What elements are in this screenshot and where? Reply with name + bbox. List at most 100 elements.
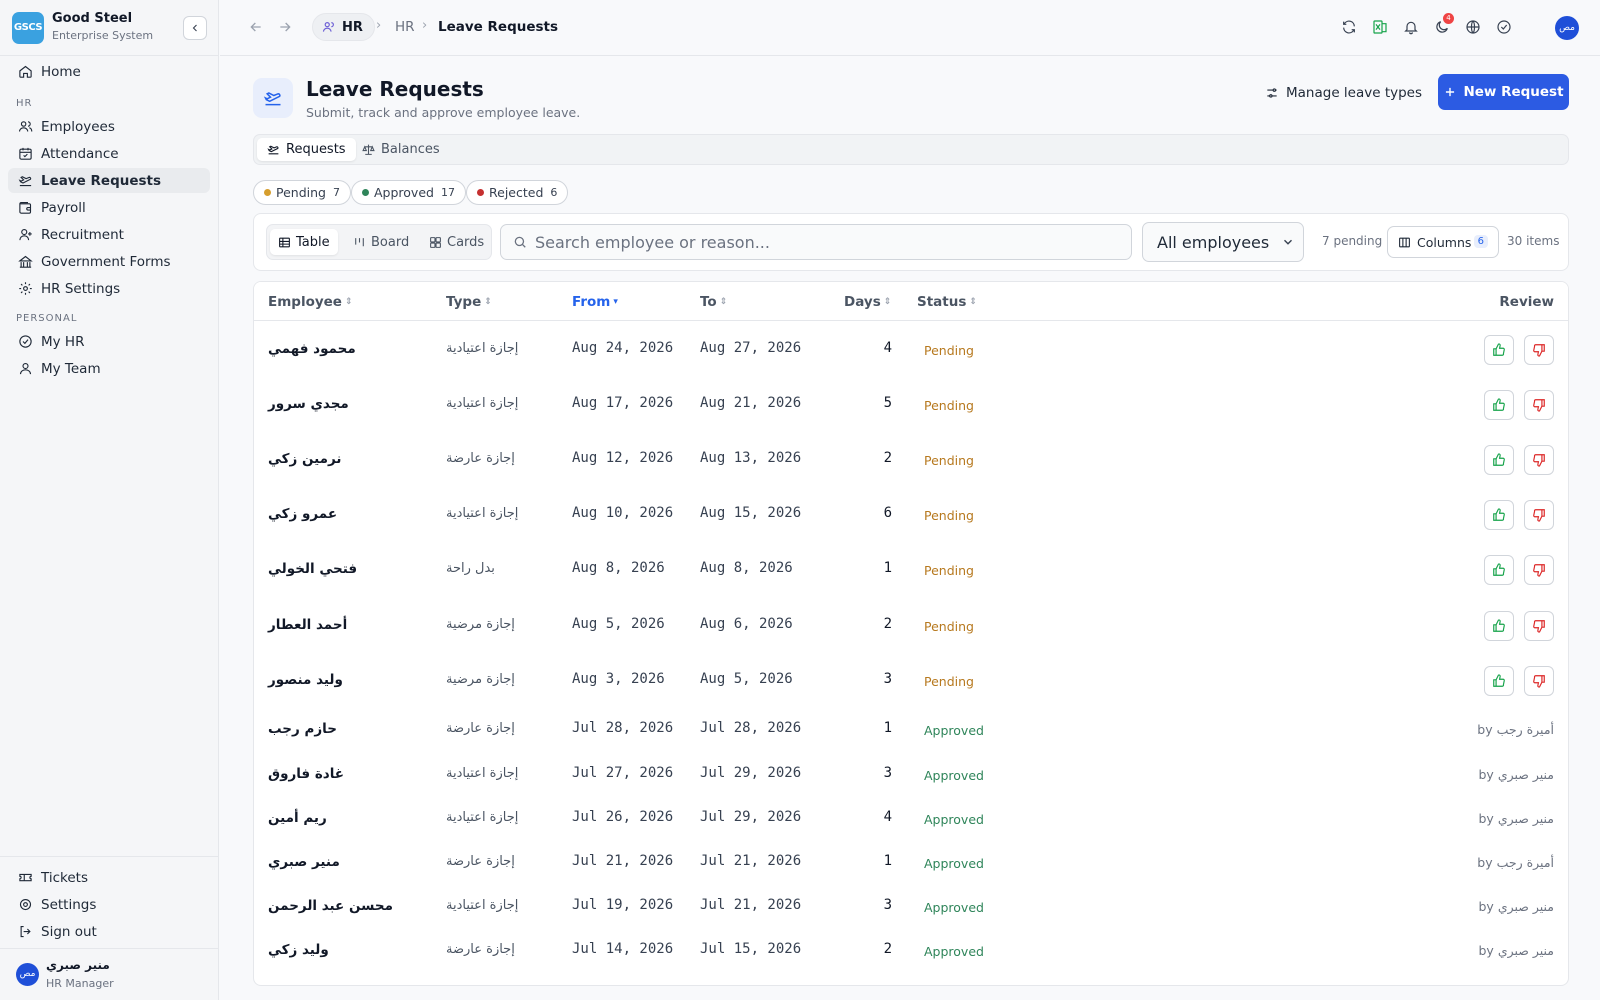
approve-button[interactable] — [1484, 665, 1514, 696]
arrow-left-icon — [250, 22, 261, 32]
table-row[interactable]: حازم رجب إجازة عارضة Jul 28, 2026 Jul 28, 2… — [254, 708, 1568, 752]
approve-button[interactable] — [1484, 555, 1514, 586]
breadcrumb-module[interactable]: HR — [312, 13, 375, 41]
new-request-button[interactable]: New Request — [1438, 74, 1569, 110]
reject-button[interactable] — [1524, 500, 1554, 531]
sidebar-item-label: Government Forms — [41, 253, 171, 270]
table-row[interactable]: نرمين زكي إجازة عارضة Aug 12, 2026 Aug 13, … — [254, 432, 1568, 487]
plane-departure-icon — [18, 176, 32, 187]
sidebar-divider — [0, 55, 219, 56]
column-header-employee[interactable]: Employee ⇕ — [268, 294, 353, 310]
approve-button[interactable] — [1484, 389, 1514, 420]
top-avatar[interactable]: مص — [1555, 16, 1579, 40]
column-header-label: Review — [1499, 294, 1554, 310]
breadcrumb-hr[interactable]: HR — [395, 19, 415, 35]
tab-balances[interactable]: Balances — [352, 138, 450, 161]
table-toolbar: Table Board Cards All employees 7 pendin… — [253, 213, 1569, 271]
column-header-status[interactable]: Status ⇕ — [917, 294, 977, 310]
forward-button[interactable] — [274, 16, 296, 38]
table-row[interactable]: محمود فهمي إجازة اعتيادية Aug 24, 2026 Aug … — [254, 322, 1568, 377]
thumbs-down-icon — [1532, 508, 1546, 522]
sidebar-item-label: Recruitment — [41, 226, 124, 243]
sidebar-divider — [0, 948, 219, 949]
sidebar-item-payroll[interactable]: Payroll — [8, 195, 210, 220]
sidebar-item-label: Tickets — [41, 869, 88, 886]
reject-button[interactable] — [1524, 389, 1554, 420]
tasks-button[interactable] — [1493, 16, 1515, 38]
table-row[interactable]: ريم أمين إجازة اعتيادية Jul 26, 2026 Jul 29… — [254, 797, 1568, 841]
sidebar-item-employees[interactable]: Employees — [8, 114, 210, 139]
cell-employee: ريم أمين — [268, 809, 327, 826]
user-role: HR Manager — [46, 977, 114, 990]
cell-to: Aug 13, 2026 — [700, 449, 802, 466]
sidebar-item-my-team[interactable]: My Team — [8, 356, 210, 381]
filter-chip-approved[interactable]: Approved 17 — [351, 180, 466, 205]
sidebar-item-recruitment[interactable]: Recruitment — [8, 222, 210, 247]
brand[interactable]: GSCS Good Steel Enterprise System — [12, 11, 212, 45]
filter-chip-pending[interactable]: Pending 7 — [253, 180, 351, 205]
approve-button[interactable] — [1484, 334, 1514, 365]
sidebar-item-attendance[interactable]: Attendance — [8, 141, 210, 166]
sidebar-item-tickets[interactable]: Tickets — [8, 865, 210, 890]
sidebar-item-my-hr[interactable]: My HR — [8, 329, 210, 354]
table-row[interactable]: منير صبري إجازة عارضة Jul 21, 2026 Jul 21, … — [254, 841, 1568, 885]
refresh-button[interactable] — [1338, 16, 1360, 38]
page-icon — [253, 78, 293, 118]
manage-leave-types-button[interactable]: Manage leave types — [1265, 80, 1422, 106]
table-row[interactable]: مجدي سرور إجازة اعتيادية Aug 17, 2026 Aug 2… — [254, 377, 1568, 432]
wallet-icon — [19, 201, 32, 214]
reject-button[interactable] — [1524, 334, 1554, 365]
sidebar-item-government-forms[interactable]: Government Forms — [8, 249, 210, 274]
view-table-button[interactable]: Table — [270, 229, 338, 255]
table-row[interactable]: غادة فاروق إجازة اعتيادية Jul 27, 2026 Jul … — [254, 753, 1568, 797]
table-row[interactable]: فتحي الخولي بدل راحة Aug 8, 2026 Aug 8, 202… — [254, 543, 1568, 598]
user-avatar[interactable]: مص — [16, 963, 39, 986]
search-input[interactable] — [535, 232, 1115, 252]
language-button[interactable] — [1462, 16, 1484, 38]
cell-days: 4 — [883, 339, 892, 356]
calendar-check-icon — [19, 147, 32, 160]
approve-button[interactable] — [1484, 610, 1514, 641]
sidebar-item-hr-settings[interactable]: HR Settings — [8, 276, 210, 301]
sidebar-item-label: My Team — [41, 360, 101, 377]
table-row[interactable]: عمرو زكي إجازة اعتيادية Aug 10, 2026 Aug 15… — [254, 488, 1568, 543]
column-header-days[interactable]: Days ⇕ — [844, 294, 891, 310]
column-header-type[interactable]: Type ⇕ — [446, 294, 492, 310]
view-board-button[interactable]: Board — [345, 229, 417, 255]
thumbs-up-icon — [1492, 619, 1506, 633]
reject-button[interactable] — [1524, 555, 1554, 586]
back-button[interactable] — [245, 16, 267, 38]
excel-export-button[interactable] — [1369, 16, 1391, 38]
cell-from: Jul 26, 2026 — [572, 808, 674, 825]
view-label: Table — [296, 234, 330, 250]
sidebar-item-label: HR Settings — [41, 280, 121, 297]
table-row[interactable]: وليد زكي إجازة عارضة Jul 14, 2026 Jul 15, 2… — [254, 929, 1568, 973]
users-icon — [19, 121, 33, 132]
sidebar: GSCS Good Steel Enterprise System Home H… — [0, 0, 219, 1000]
sidebar-item-home[interactable]: Home — [8, 59, 210, 84]
employee-filter-select[interactable]: All employees — [1142, 222, 1304, 262]
table-row[interactable]: محسن عبد الرحمن إجازة اعتيادية Jul 19, 202… — [254, 885, 1568, 929]
column-header-to[interactable]: To ⇕ — [700, 294, 727, 310]
approve-button[interactable] — [1484, 500, 1514, 531]
reject-button[interactable] — [1524, 444, 1554, 475]
collapse-sidebar-button[interactable] — [183, 16, 207, 40]
column-header-from[interactable]: From ▾ — [572, 294, 618, 310]
view-cards-button[interactable]: Cards — [421, 229, 492, 255]
approve-button[interactable] — [1484, 444, 1514, 475]
items-count-text: 30 items — [1507, 234, 1560, 248]
columns-button[interactable]: Columns 6 — [1387, 226, 1499, 258]
filter-chip-rejected[interactable]: Rejected 6 — [466, 180, 569, 205]
view-label: Board — [371, 234, 410, 250]
reject-button[interactable] — [1524, 665, 1554, 696]
notifications-button[interactable] — [1400, 16, 1422, 38]
table-row[interactable]: وليد منصور إجازة مرضية Aug 3, 2026 Aug 5, 2… — [254, 653, 1568, 708]
theme-toggle-button[interactable] — [1431, 16, 1453, 38]
tab-requests[interactable]: Requests — [257, 138, 356, 161]
breadcrumb-current: Leave Requests — [438, 19, 559, 35]
sidebar-item-sign-out[interactable]: Sign out — [8, 919, 210, 944]
reject-button[interactable] — [1524, 610, 1554, 641]
table-row[interactable]: أحمد العطار إجازة مرضية Aug 5, 2026 Aug 6, … — [254, 598, 1568, 653]
sidebar-item-leave-requests[interactable]: Leave Requests — [8, 168, 210, 193]
sidebar-item-settings[interactable]: Settings — [8, 892, 210, 917]
